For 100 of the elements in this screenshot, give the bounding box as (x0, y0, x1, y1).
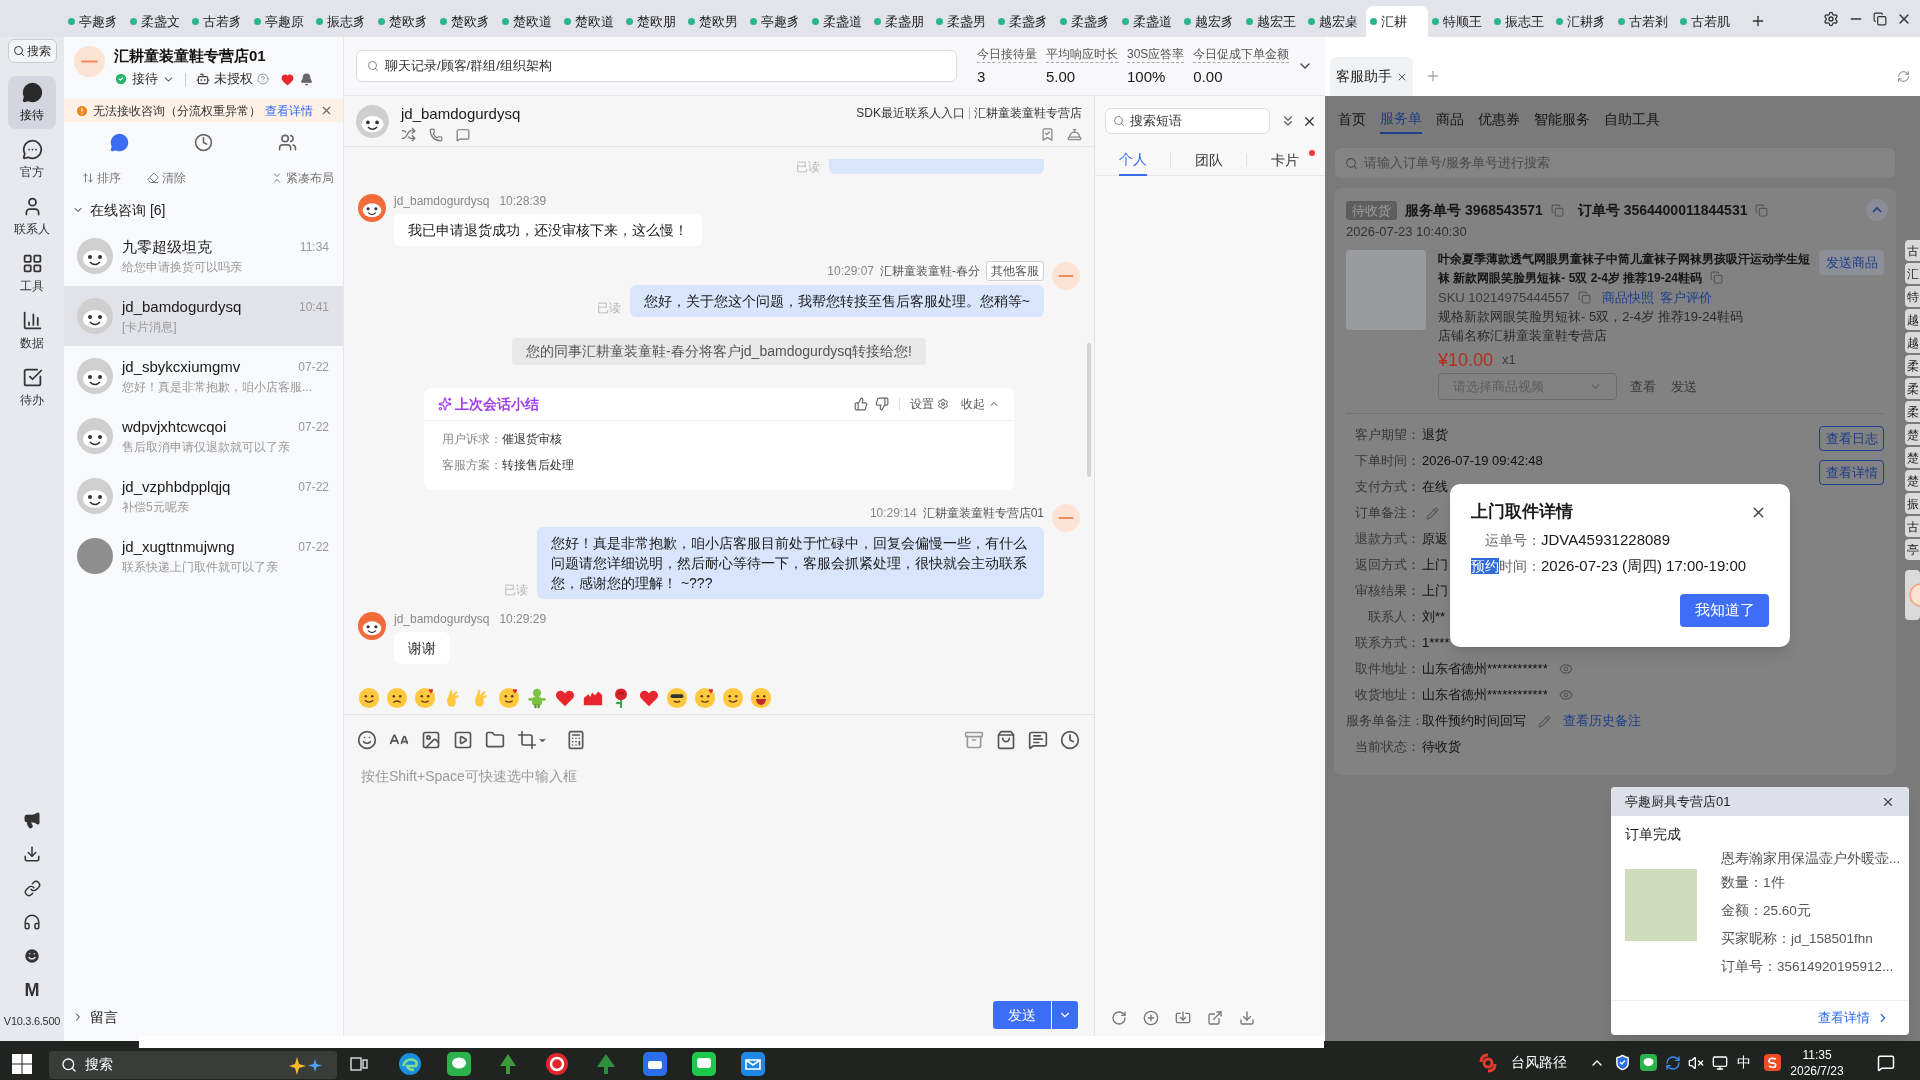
restore-icon[interactable] (1873, 12, 1887, 26)
archive-icon[interactable] (964, 730, 984, 750)
nav-item[interactable]: 待办 (8, 361, 56, 414)
side-tab[interactable]: 特 (1905, 286, 1920, 307)
shield-icon[interactable] (1614, 1054, 1631, 1071)
shop-tab[interactable]: 振志豸 (312, 6, 374, 37)
shop-tab[interactable]: 楚欧男 (684, 6, 746, 37)
crop-icon[interactable] (517, 730, 537, 750)
add-tab-icon[interactable] (1750, 13, 1766, 29)
nav-tab[interactable]: 自助工具 (1604, 104, 1660, 134)
side-tab[interactable]: 振 (1905, 493, 1920, 514)
phone-icon[interactable] (429, 127, 443, 142)
nav-tab[interactable]: 优惠券 (1478, 104, 1520, 134)
windows-icon[interactable] (12, 1053, 32, 1074)
clock-icon[interactable] (194, 132, 213, 152)
conversation-item[interactable]: jd_bamdogurdysq 10:41 [卡片消息] (64, 286, 343, 346)
close-icon[interactable] (320, 104, 333, 117)
export-icon[interactable] (1207, 1010, 1223, 1026)
side-tab[interactable]: 古 (1905, 516, 1920, 537)
nav-tab[interactable]: 智能服务 (1534, 104, 1590, 134)
task-view-icon[interactable] (350, 1054, 368, 1073)
store-app-icon[interactable] (643, 1051, 667, 1076)
shop-tab[interactable]: 越宏桌 (1304, 6, 1366, 37)
shop-tab[interactable]: 亭趣豸 (64, 6, 126, 37)
refresh-icon[interactable] (1111, 1010, 1127, 1026)
message-app-icon[interactable] (692, 1051, 716, 1076)
bell-icon[interactable] (1067, 127, 1082, 142)
taskbar-search[interactable]: 搜索 (49, 1050, 337, 1079)
shop-tab[interactable]: 楚欧豸 (374, 6, 436, 37)
import-icon[interactable] (1175, 1010, 1191, 1026)
headset-icon[interactable] (23, 913, 41, 931)
logo-letter[interactable]: M (24, 981, 40, 999)
sdk-link[interactable]: SDK最近联系人入口 (856, 105, 965, 121)
notification-icon[interactable] (1877, 1053, 1895, 1072)
side-tab[interactable]: 古 (1905, 240, 1920, 261)
reply-tab[interactable]: 团队 (1194, 145, 1223, 176)
reply-tab[interactable]: 卡片 (1270, 145, 1299, 176)
sync-icon[interactable] (1665, 1054, 1681, 1071)
status-dropdown[interactable]: 接待 (114, 69, 175, 89)
send-options-button[interactable] (1052, 1001, 1078, 1029)
collapse-button[interactable]: 收起 (961, 395, 1000, 413)
nav-item[interactable]: 数据 (8, 304, 56, 357)
side-tab[interactable]: 楚 (1905, 470, 1920, 491)
shop-tab[interactable]: 越宏豸 (1180, 6, 1242, 37)
nav-item[interactable]: 联系人 (8, 190, 56, 243)
conversation-item[interactable]: jd_sbykcxiumgmv 07-22 您好！真是非常抱歉，咱小店客服... (64, 346, 343, 406)
ime-indicator[interactable]: 中 (1737, 1052, 1751, 1073)
video-icon[interactable] (453, 730, 473, 750)
side-tab[interactable]: 柔 (1905, 355, 1920, 376)
group-header[interactable]: 在线咨询 [6] (64, 194, 343, 226)
ring-icon[interactable] (545, 1051, 569, 1076)
bag-icon[interactable] (996, 730, 1016, 750)
message-icon[interactable] (1028, 730, 1048, 750)
shop-tab[interactable]: 汇耕 (1366, 6, 1428, 37)
side-tab[interactable]: 亭 (1905, 539, 1920, 560)
details-link[interactable]: 查看详情 (265, 101, 313, 120)
weather-label[interactable]: 台风路径 (1511, 1052, 1567, 1073)
side-tab[interactable]: 柔 (1905, 378, 1920, 399)
conversation-item[interactable]: 九零超级坦克 11:34 给您申请换货可以吗亲 (64, 226, 343, 286)
confirm-button[interactable]: 我知道了 (1680, 594, 1769, 627)
image-icon[interactable] (421, 730, 441, 750)
nav-item[interactable]: 接待 (8, 76, 56, 129)
heart-icon[interactable] (281, 72, 294, 86)
network-icon[interactable] (1712, 1054, 1728, 1071)
shop-tab[interactable]: 越宏王 (1242, 6, 1304, 37)
chat-face-icon[interactable] (23, 947, 41, 965)
list-action[interactable]: 清除 (147, 169, 186, 187)
group-header[interactable]: 留言 (64, 1001, 343, 1033)
shop-tab[interactable]: 柔盏男 (932, 6, 994, 37)
people-icon[interactable] (277, 132, 297, 152)
shop-tab[interactable]: 古若豸 (188, 6, 250, 37)
nav-tab[interactable]: 首页 (1338, 104, 1366, 134)
shop-tab[interactable]: 柔盏文 (126, 6, 188, 37)
search-field[interactable]: 搜索短语 (1105, 108, 1270, 134)
chat-app-icon[interactable] (447, 1051, 471, 1076)
bookmark-icon[interactable] (1040, 127, 1055, 142)
shop-tab[interactable]: 柔盏豸 (1056, 6, 1118, 37)
send-button[interactable]: 发送 (993, 1001, 1051, 1029)
browser-icon[interactable] (398, 1051, 422, 1076)
shop-tab[interactable]: 古若剎 (1614, 6, 1676, 37)
side-tab[interactable]: 越 (1905, 309, 1920, 330)
refresh-icon[interactable] (1897, 70, 1910, 83)
conversation-item[interactable]: wdpvjxhtcwcqoi 07-22 售后取消申请仅退款就可以了亲 (64, 406, 343, 466)
download-icon[interactable] (23, 845, 41, 863)
shop-tab[interactable]: 亭趣原 (250, 6, 312, 37)
shop-tab[interactable]: 汇耕豸 (1552, 6, 1614, 37)
conversation-item[interactable]: jd_vzphbdpplqjq 07-22 补偿5元呢亲 (64, 466, 343, 526)
search-button[interactable]: 搜索 (7, 39, 57, 63)
message-icon[interactable] (456, 127, 470, 142)
transfer-icon[interactable] (401, 127, 416, 142)
side-tab[interactable]: 汇 (1905, 263, 1920, 284)
shop-tab[interactable]: 楚欧道 (560, 6, 622, 37)
search-field[interactable]: 聊天记录/顾客/群组/组织架构 (356, 50, 957, 82)
assistant-tab[interactable]: 客服助手 (1330, 57, 1413, 96)
nav-item[interactable]: 工具 (8, 247, 56, 300)
chat-app-icon[interactable] (1640, 1054, 1657, 1071)
thumbs-up-icon[interactable] (854, 397, 868, 411)
shop-tab[interactable]: 古若肌 (1676, 6, 1738, 37)
nav-tab[interactable]: 商品 (1436, 104, 1464, 134)
calculator-icon[interactable] (566, 730, 586, 750)
